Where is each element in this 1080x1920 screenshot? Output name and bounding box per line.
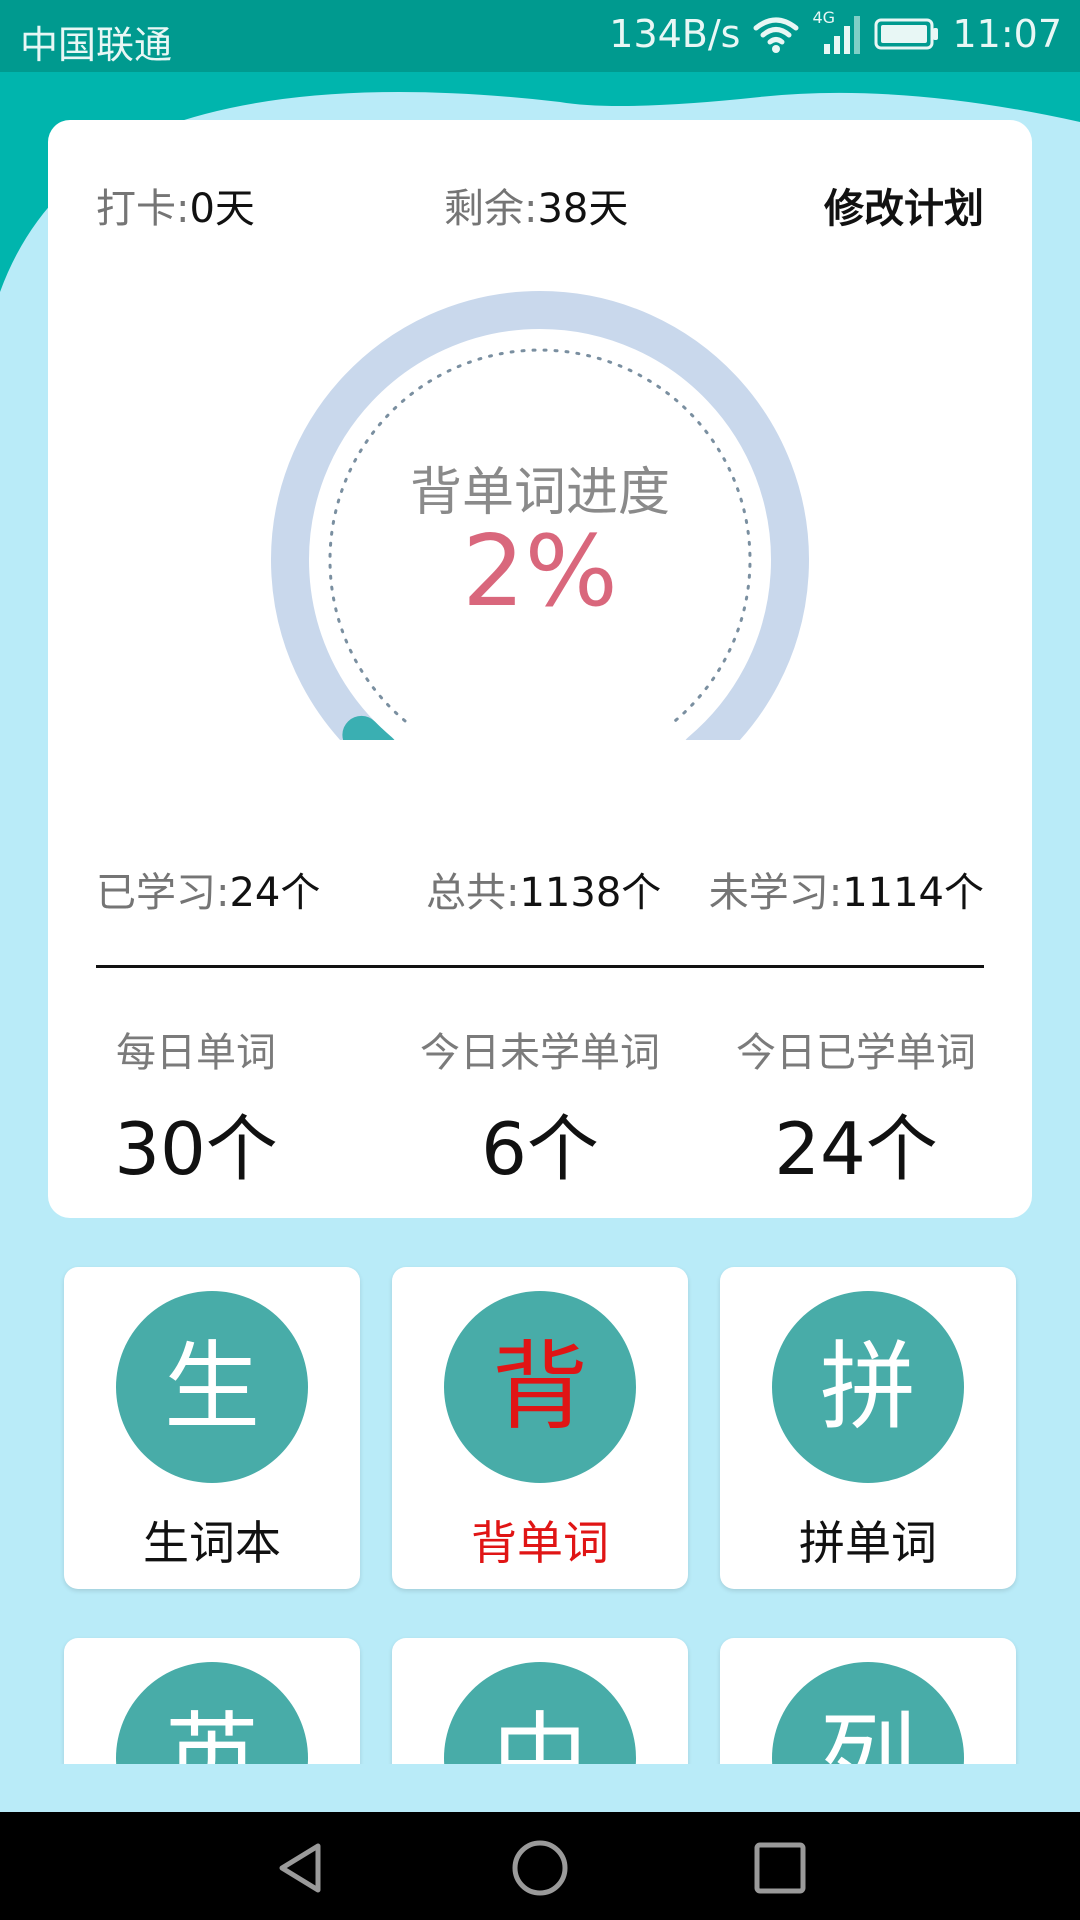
divider (96, 965, 984, 968)
tile-vocab-book[interactable]: 生 生词本 (64, 1267, 360, 1589)
remaining-days: 剩余:38天 (444, 186, 629, 232)
unlearned-count: 未学习:1114个 (708, 870, 984, 916)
spell-icon: 拼 (772, 1291, 964, 1483)
signal-icon (824, 16, 861, 54)
navigation-bar (0, 1812, 1080, 1920)
progress-percentage: 2% (462, 515, 618, 629)
list-icon: 列 (772, 1662, 964, 1764)
chinese-icon: 中 (444, 1662, 636, 1764)
network-speed: 134B/s (609, 12, 741, 56)
stat-title: 今日未学单词 (420, 1030, 660, 1076)
tiles-row-2: 英 中 列 (0, 1600, 1080, 1764)
recents-icon[interactable] (752, 1840, 808, 1896)
vocab-book-icon: 生 (116, 1291, 308, 1483)
gauge-progress-arc (342, 715, 395, 740)
stat-value: 6个 (481, 1107, 599, 1191)
status-indicators: 134B/s 4G 11:07 (609, 8, 1062, 56)
modify-plan-button[interactable]: 修改计划 (824, 176, 984, 234)
cellular-signal: 4G (812, 8, 862, 56)
today-unlearned-stat: 今日未学单词 6个 (400, 1020, 680, 1195)
tile-chinese[interactable]: 中 (392, 1638, 688, 1764)
learned-count: 已学习:24个 (96, 870, 321, 916)
wifi-icon (753, 17, 799, 53)
tile-label: 生词本 (143, 1516, 281, 1570)
home-icon[interactable] (510, 1840, 570, 1896)
stat-title: 每日单词 (116, 1030, 276, 1076)
status-bar: 中国联通 134B/s 4G 11:07 (0, 0, 1080, 72)
study-plan-card: 打卡:0天 剩余:38天 修改计划 背单词进度 2% 已学习:24个 总共:11… (48, 120, 1032, 1218)
progress-title: 背单词进度 (409, 463, 670, 523)
tile-label: 拼单词 (799, 1516, 937, 1570)
carrier-name: 中国联通 (20, 23, 173, 67)
tile-list[interactable]: 列 (720, 1638, 1016, 1764)
checkin-days: 打卡:0天 (96, 186, 255, 232)
daily-stats: 每日单词 30个 今日未学单词 6个 今日已学单词 24个 (96, 1020, 984, 1191)
tile-label: 背单词 (471, 1516, 609, 1570)
word-counts: 已学习:24个 总共:1138个 未学习:1114个 (96, 860, 984, 916)
clock: 11:07 (952, 12, 1062, 56)
daily-words-stat: 每日单词 30个 (56, 1020, 336, 1195)
tile-english[interactable]: 英 (64, 1638, 360, 1764)
plan-summary: 打卡:0天 剩余:38天 修改计划 (96, 176, 984, 232)
today-learned-stat: 今日已学单词 24个 (716, 1020, 996, 1195)
stat-value: 24个 (774, 1107, 938, 1191)
english-icon: 英 (116, 1662, 308, 1764)
stat-title: 今日已学单词 (736, 1030, 976, 1076)
total-count: 总共:1138个 (426, 870, 662, 916)
memorize-icon: 背 (444, 1291, 636, 1483)
tile-memorize-words[interactable]: 背 背单词 (392, 1267, 688, 1589)
tile-spell-words[interactable]: 拼 拼单词 (720, 1267, 1016, 1589)
stat-value: 30个 (114, 1107, 278, 1191)
battery-icon (874, 18, 939, 50)
back-icon[interactable] (272, 1840, 328, 1896)
